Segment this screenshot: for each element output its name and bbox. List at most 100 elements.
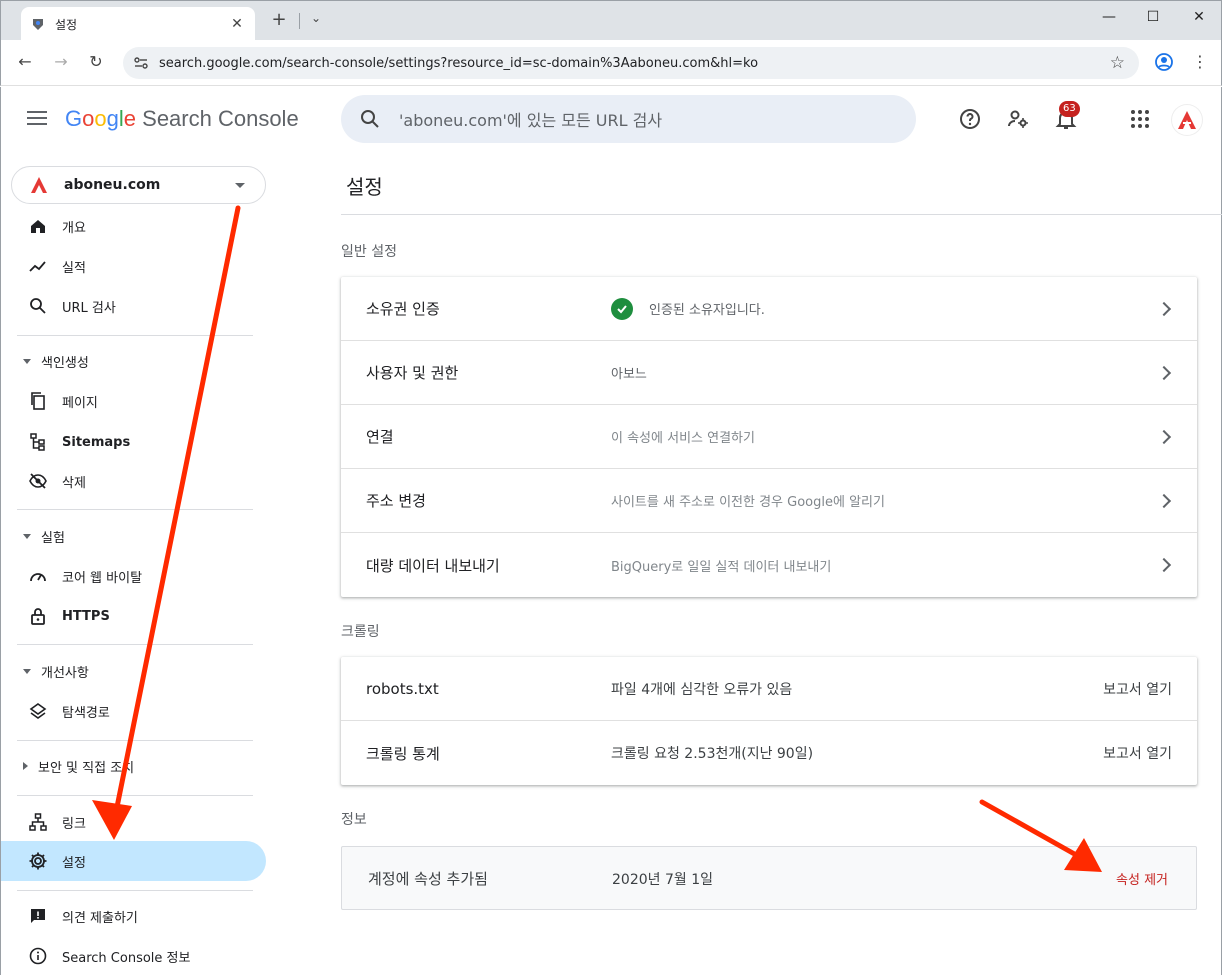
sidebar-divider (17, 644, 253, 645)
search-console-favicon-icon (33, 19, 43, 30)
open-report-link[interactable]: 보고서 열기 (1103, 743, 1172, 763)
sidebar-divider (17, 509, 253, 510)
sidebar-item-sitemaps[interactable]: Sitemaps (1, 422, 266, 462)
sidebar-item-breadcrumbs[interactable]: 탐색경로 (1, 691, 266, 731)
sidebar-divider (17, 890, 253, 891)
site-info-icon[interactable] (133, 55, 149, 71)
speed-gauge-icon (28, 566, 48, 586)
sidebar-divider (17, 335, 253, 336)
sidebar-item-https[interactable]: HTTPS (1, 596, 266, 636)
sidebar-item-about[interactable]: Search Console 정보 (1, 936, 266, 975)
minimize-icon[interactable]: — (1099, 9, 1119, 25)
section-expand-icon (23, 533, 31, 539)
chevron-right-icon (1156, 557, 1172, 573)
sidebar-item-settings[interactable]: 설정 (1, 841, 266, 881)
app-header: Google Search Console 'aboneu.com'에 있는 모… (0, 87, 1222, 153)
maximize-icon[interactable]: ☐ (1143, 9, 1163, 25)
crawling-row-robots: robots.txt 파일 4개에 심각한 오류가 있음 보고서 열기 (341, 657, 1197, 721)
hamburger-menu-icon[interactable] (27, 111, 47, 127)
sidebar-item-feedback[interactable]: 의견 제출하기 (1, 896, 266, 936)
layers-icon (28, 701, 48, 721)
chevron-right-icon (1156, 365, 1172, 380)
remove-property-button[interactable]: 속성 제거 (1116, 869, 1168, 888)
close-tab-icon[interactable]: ✕ (229, 16, 245, 32)
hidden-eye-icon (28, 471, 48, 491)
profile-icon[interactable] (1154, 52, 1174, 72)
apps-grid-icon[interactable] (1128, 107, 1152, 131)
section-label-crawling: 크롤링 (341, 624, 380, 640)
sidebar-section-security[interactable]: 보안 및 직접 조치 (1, 748, 266, 784)
sidebar: aboneu.com 개요 실적 URL 검사 색인생성 페이지 Sitemap… (0, 153, 278, 975)
sidebar-item-performance[interactable]: 실적 (1, 246, 266, 286)
ownership-status: 인증된 소유자입니다. (649, 303, 765, 318)
tab-separator (299, 13, 300, 29)
sidebar-item-overview[interactable]: 개요 (1, 206, 266, 246)
crawling-card: robots.txt 파일 4개에 심각한 오류가 있음 보고서 열기 크롤링 … (341, 657, 1197, 785)
google-search-console-logo[interactable]: Google Search Console (65, 106, 299, 132)
chevron-right-icon (1156, 301, 1172, 316)
verified-check-icon (611, 297, 633, 320)
sidebar-divider (17, 795, 253, 796)
settings-row-change-address[interactable]: 주소 변경 사이트를 새 주소로 이전한 경우 Google에 알리기 (341, 469, 1197, 533)
search-icon (28, 296, 48, 316)
reload-icon[interactable]: ↻ (86, 52, 106, 72)
settings-row-bulk-export[interactable]: 대량 데이터 내보내기 BigQuery로 일일 실적 데이터 내보내기 (341, 533, 1197, 597)
sidebar-section-indexing[interactable]: 색인생성 (1, 343, 266, 379)
tab-title: 설정 (55, 17, 78, 32)
new-tab-button[interactable]: + (269, 10, 289, 30)
forward-arrow-icon[interactable]: → (51, 52, 71, 72)
section-expand-icon (23, 358, 31, 364)
sidebar-item-removals[interactable]: 삭제 (1, 461, 266, 501)
sidebar-section-enhancements[interactable]: 개선사항 (1, 653, 266, 689)
settings-row-ownership[interactable]: 소유권 인증 인증된 소유자입니다. (341, 277, 1197, 341)
browser-toolbar: ← → ↻ search.google.com/search-console/s… (0, 40, 1222, 86)
account-logo-icon (1178, 111, 1196, 129)
sidebar-item-url-inspection[interactable]: URL 검사 (1, 286, 266, 326)
added-date: 2020년 7월 1일 (612, 872, 713, 888)
settings-row-associations[interactable]: 연결 이 속성에 서비스 연결하기 (341, 405, 1197, 469)
manage-users-icon[interactable] (1006, 107, 1030, 131)
crawling-row-stats: 크롤링 통계 크롤링 요청 2.53천개(지난 90일) 보고서 열기 (366, 743, 1172, 763)
section-expand-icon (23, 668, 31, 674)
page-title: 설정 (346, 175, 383, 199)
section-label-general: 일반 설정 (341, 244, 397, 260)
close-window-icon[interactable]: ✕ (1189, 9, 1209, 25)
general-settings-card: 소유권 인증 인증된 소유자입니다. 사용자 및 권한 아보느 연결 이 속성에… (341, 277, 1197, 597)
sitemap-icon (28, 432, 48, 452)
gear-icon (28, 851, 48, 871)
info-icon (28, 946, 48, 966)
settings-row-users-permissions[interactable]: 사용자 및 권한 아보느 (341, 341, 1197, 405)
sidebar-item-core-web-vitals[interactable]: 코어 웹 바이탈 (1, 556, 266, 596)
home-icon (28, 216, 48, 236)
property-name: aboneu.com (64, 177, 161, 193)
added-to-account-label: 계정에 속성 추가됨 (368, 870, 488, 888)
sidebar-section-experience[interactable]: 실험 (1, 518, 266, 554)
account-avatar[interactable] (1172, 105, 1202, 135)
title-divider (341, 214, 1222, 215)
main-content: 설정 일반 설정 소유권 인증 인증된 소유자입니다. 사용자 및 권한 아보느… (278, 153, 1222, 975)
dropdown-caret-icon (235, 182, 245, 188)
back-arrow-icon[interactable]: ← (15, 52, 35, 72)
tab-search-chevron-icon[interactable]: ⌄ (311, 11, 321, 25)
browser-tab[interactable]: 설정 ✕ (21, 7, 255, 41)
property-logo-icon (28, 174, 50, 196)
chevron-right-icon (1156, 493, 1172, 508)
feedback-icon (28, 906, 48, 926)
bookmark-star-icon[interactable]: ☆ (1110, 53, 1125, 73)
property-selector[interactable]: aboneu.com (11, 166, 266, 204)
address-bar[interactable]: search.google.com/search-console/setting… (123, 47, 1139, 79)
lock-icon (28, 606, 48, 626)
sidebar-divider (17, 740, 253, 741)
open-report-link[interactable]: 보고서 열기 (1103, 679, 1172, 699)
section-label-about: 정보 (341, 812, 367, 828)
search-placeholder: 'aboneu.com'에 있는 모든 URL 검사 (399, 111, 663, 130)
url-inspect-search[interactable]: 'aboneu.com'에 있는 모든 URL 검사 (341, 95, 916, 143)
pages-icon (28, 391, 48, 411)
browser-menu-icon[interactable]: ⋮ (1190, 52, 1210, 72)
sidebar-item-pages[interactable]: 페이지 (1, 381, 266, 421)
sidebar-item-links[interactable]: 링크 (1, 802, 266, 842)
search-icon (361, 110, 379, 128)
property-info-card: 계정에 속성 추가됨 2020년 7월 1일 속성 제거 (341, 846, 1197, 910)
trending-up-icon (28, 256, 48, 276)
help-icon[interactable] (958, 107, 982, 131)
